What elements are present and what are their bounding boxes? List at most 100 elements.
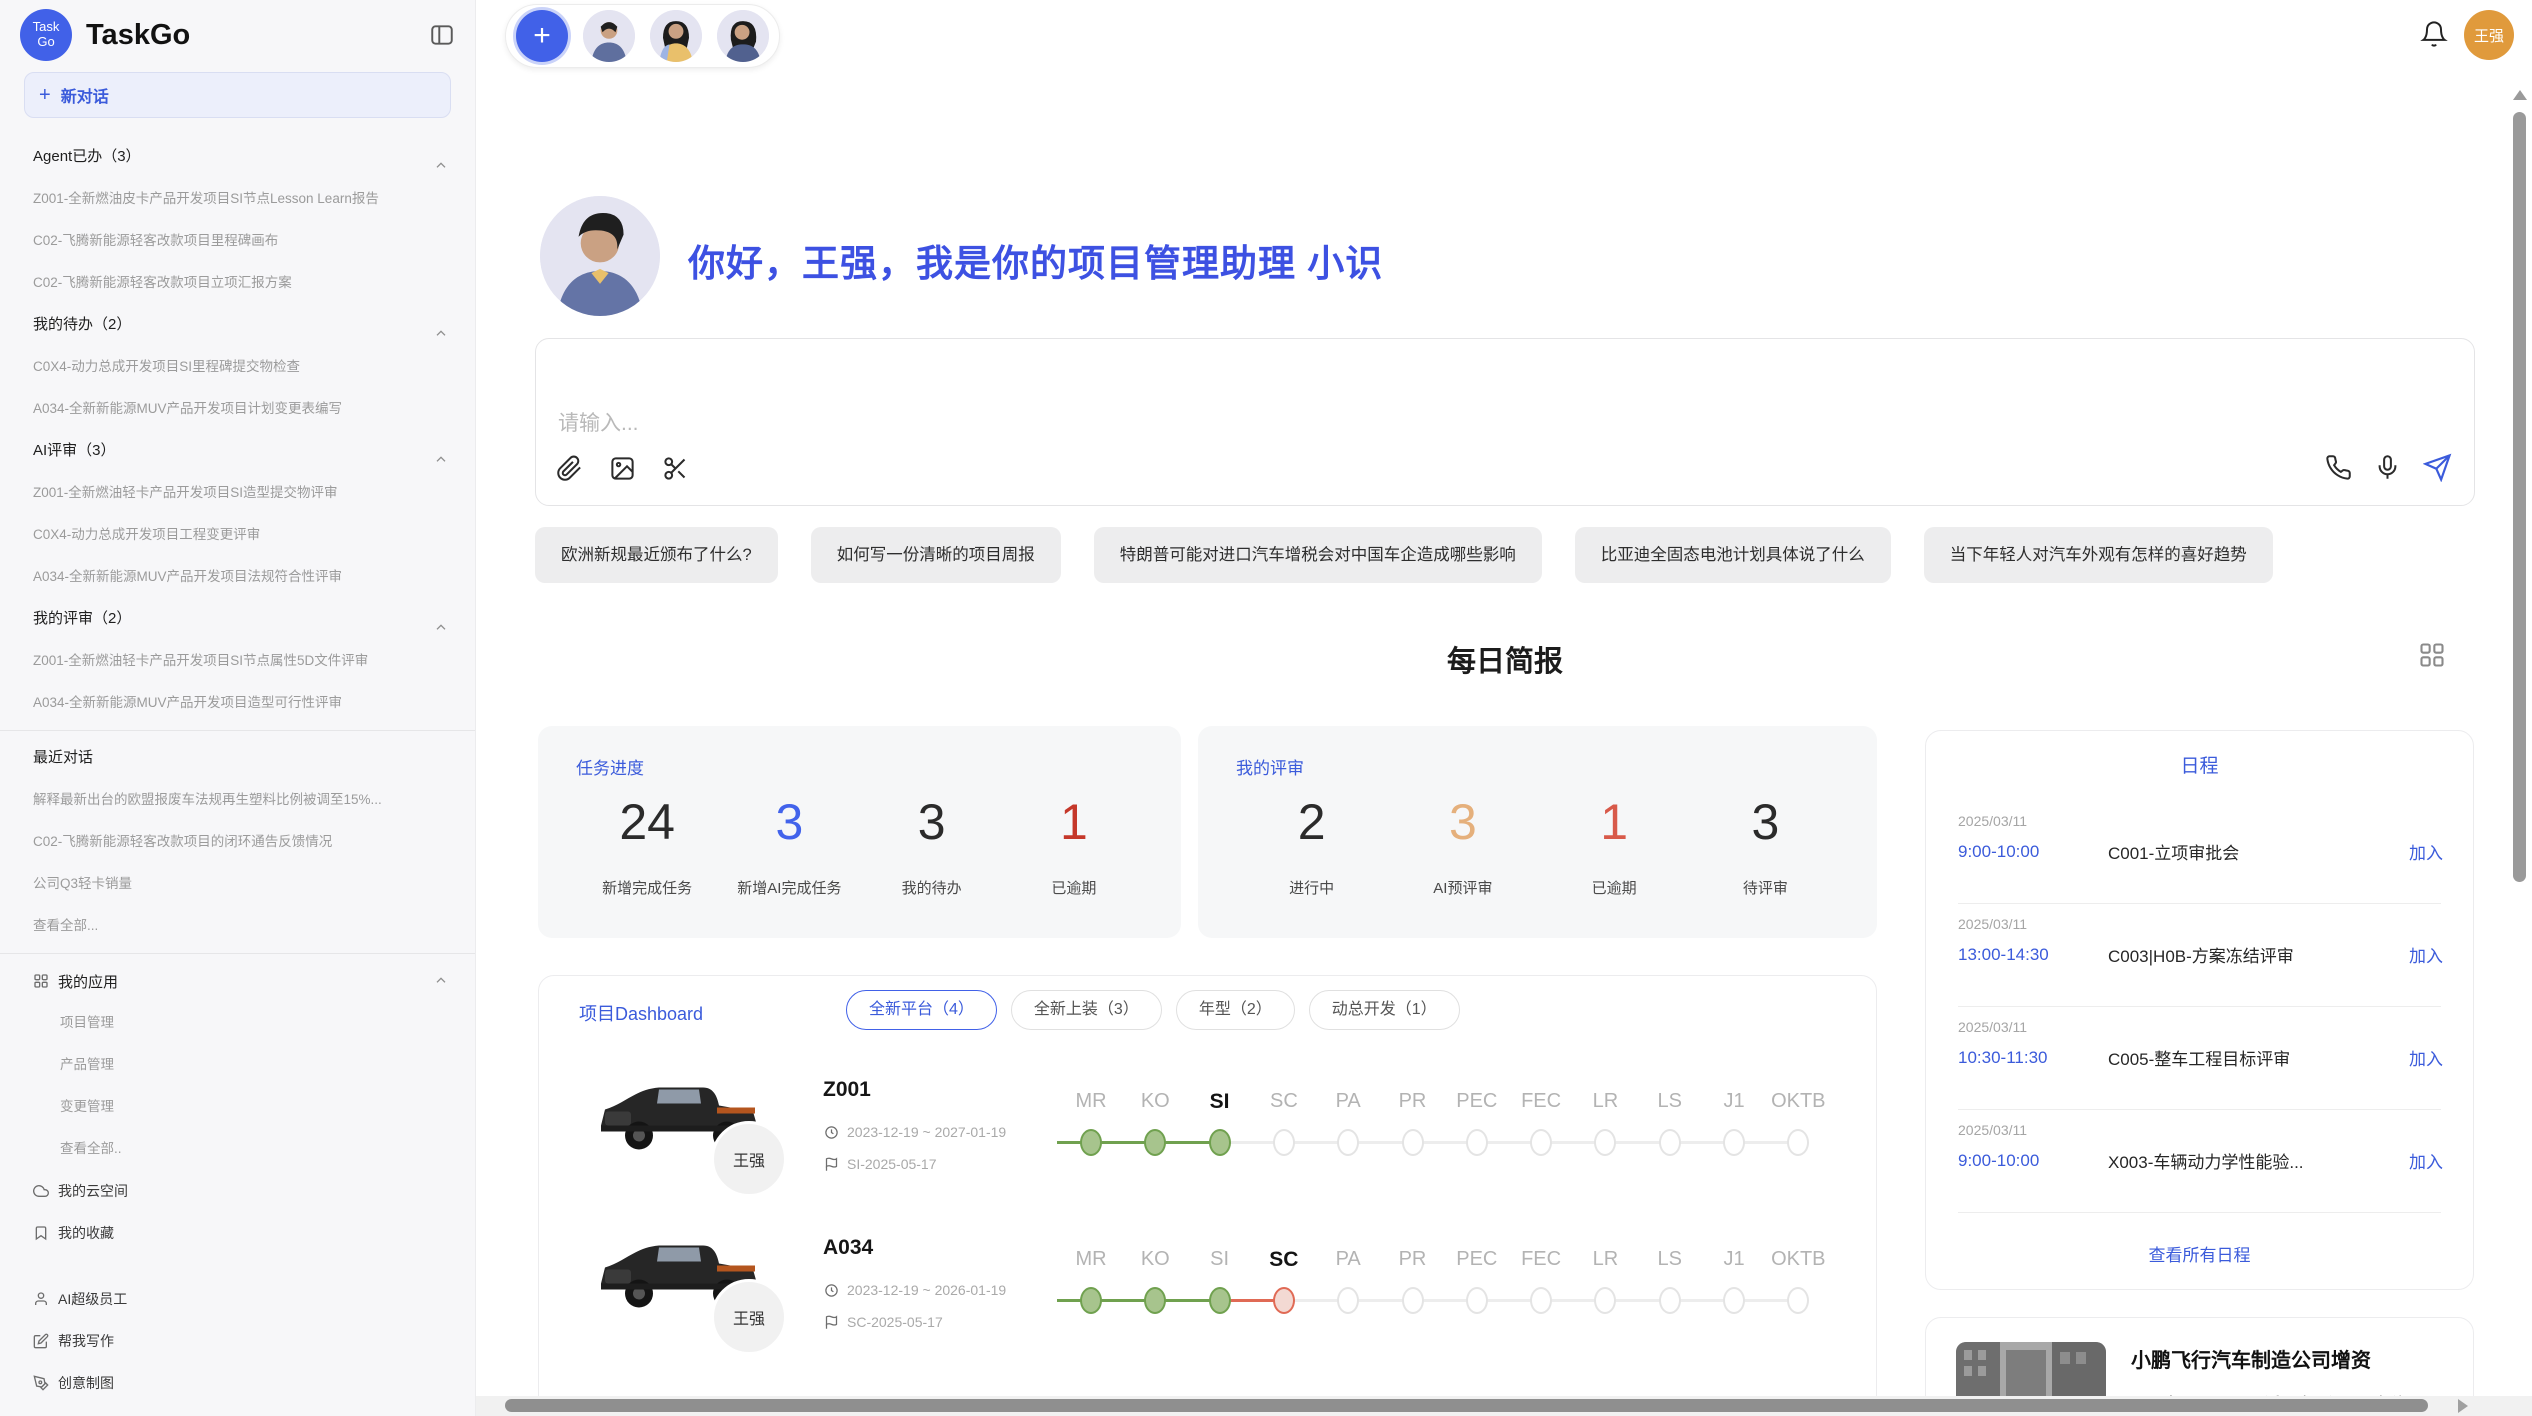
- flag-icon: [824, 1315, 839, 1330]
- section-header-recent[interactable]: 最近对话: [0, 737, 475, 779]
- milestone-dot[interactable]: [1337, 1287, 1359, 1314]
- suggestion-chip[interactable]: 如何写一份清晰的项目周报: [811, 527, 1061, 583]
- milestone-dot[interactable]: [1530, 1129, 1552, 1156]
- milestone-dot[interactable]: [1402, 1287, 1424, 1314]
- milestone-dot[interactable]: [1530, 1287, 1552, 1314]
- sidebar-item[interactable]: C02-飞腾新能源轻客改款项目的闭环通告反馈情况: [0, 821, 475, 863]
- milestone-dot[interactable]: [1466, 1129, 1488, 1156]
- sidebar-item[interactable]: Z001-全新燃油轻卡产品开发项目SI节点属性5D文件评审: [0, 640, 475, 682]
- sidebar-item-app[interactable]: 产品管理: [0, 1044, 475, 1086]
- join-link[interactable]: 加入: [2409, 839, 2443, 864]
- suggestion-chip[interactable]: 特朗普可能对进口汽车增税会对中国车企造成哪些影响: [1094, 527, 1542, 583]
- suggestion-chip[interactable]: 比亚迪全固态电池计划具体说了什么: [1575, 527, 1891, 583]
- sidebar-item[interactable]: Z001-全新燃油轻卡产品开发项目SI造型提交物评审: [0, 472, 475, 514]
- join-link[interactable]: 加入: [2409, 1148, 2443, 1173]
- milestone-dot[interactable]: [1787, 1129, 1809, 1156]
- news-title: 小鹏飞行汽车制造公司增资: [2131, 1344, 2371, 1373]
- milestone-dot[interactable]: [1273, 1287, 1295, 1314]
- agent-avatar[interactable]: [650, 10, 702, 62]
- sidebar-item-creative-draw[interactable]: 创意制图: [0, 1362, 475, 1404]
- suggestion-chip[interactable]: 欧洲新规最近颁布了什么?: [535, 527, 778, 583]
- milestone-dot[interactable]: [1209, 1129, 1231, 1156]
- vertical-scrollbar-thumb[interactable]: [2513, 112, 2526, 882]
- milestone-dot[interactable]: [1723, 1129, 1745, 1156]
- milestone-dot[interactable]: [1337, 1129, 1359, 1156]
- scissors-icon[interactable]: [662, 455, 689, 487]
- notification-bell-icon[interactable]: [2420, 20, 2448, 53]
- sidebar-item-cloud-space[interactable]: 我的云空间: [0, 1170, 475, 1212]
- sidebar-item[interactable]: A034-全新新能源MUV产品开发项目造型可行性评审: [0, 682, 475, 724]
- tab-powertrain[interactable]: 动总开发（1）: [1309, 990, 1460, 1030]
- sidebar-item-app[interactable]: 项目管理: [0, 1002, 475, 1044]
- view-all-schedule-link[interactable]: 查看所有日程: [1926, 1241, 2473, 1266]
- sidebar-item-view-all-apps[interactable]: 查看全部..: [0, 1128, 475, 1170]
- sidebar-item[interactable]: C02-飞腾新能源轻客改款项目里程碑画布: [0, 220, 475, 262]
- suggestion-chip[interactable]: 当下年轻人对汽车外观有怎样的喜好趋势: [1924, 527, 2273, 583]
- sidebar-item-favorites[interactable]: 我的收藏: [0, 1212, 475, 1254]
- agent-avatar[interactable]: [717, 10, 769, 62]
- section-header-agent-done[interactable]: Agent已办（3）: [0, 136, 475, 178]
- user-avatar[interactable]: 王强: [2464, 10, 2514, 60]
- layout-grid-icon[interactable]: [2418, 641, 2446, 674]
- sidebar-item-ai-employee[interactable]: AI超级员工: [0, 1278, 475, 1320]
- tab-new-body[interactable]: 全新上装（3）: [1011, 990, 1162, 1030]
- sidebar-item-app[interactable]: 变更管理: [0, 1086, 475, 1128]
- microphone-icon[interactable]: [2374, 454, 2401, 486]
- scroll-up-arrow-icon[interactable]: [2513, 90, 2527, 100]
- join-link[interactable]: 加入: [2409, 1045, 2443, 1070]
- chat-input-box[interactable]: 请输入...: [535, 338, 2475, 506]
- section-header-my-review[interactable]: 我的评审（2）: [0, 598, 475, 640]
- schedule-card: 日程 2025/03/11 9:00-10:00 C001-立项审批会 加入 2…: [1925, 730, 2474, 1290]
- new-chat-button[interactable]: + 新对话: [24, 72, 451, 118]
- milestone-dot[interactable]: [1144, 1287, 1166, 1314]
- sidebar-item[interactable]: 解释最新出台的欧盟报废车法规再生塑料比例被调至15%...: [0, 779, 475, 821]
- milestone-dot[interactable]: [1402, 1129, 1424, 1156]
- suggestion-chips: 欧洲新规最近颁布了什么? 如何写一份清晰的项目周报 特朗普可能对进口汽车增税会对…: [535, 527, 2475, 583]
- milestone-dot[interactable]: [1723, 1287, 1745, 1314]
- sidebar-item[interactable]: A034-全新新能源MUV产品开发项目法规符合性评审: [0, 556, 475, 598]
- sidebar-item[interactable]: C0X4-动力总成开发项目工程变更评审: [0, 514, 475, 556]
- milestone-dot[interactable]: [1209, 1287, 1231, 1314]
- milestone-dot[interactable]: [1659, 1287, 1681, 1314]
- milestone-dot[interactable]: [1594, 1287, 1616, 1314]
- add-session-button[interactable]: +: [516, 10, 568, 62]
- sidebar-item[interactable]: A034-全新新能源MUV产品开发项目计划变更表编写: [0, 388, 475, 430]
- milestone-dot[interactable]: [1594, 1129, 1616, 1156]
- sidebar-item-view-all[interactable]: 查看全部...: [0, 905, 475, 947]
- sidebar-item-write-helper[interactable]: 帮我写作: [0, 1320, 475, 1362]
- sidebar-item[interactable]: C0X4-动力总成开发项目SI里程碑提交物检查: [0, 346, 475, 388]
- milestone-dot[interactable]: [1273, 1129, 1295, 1156]
- milestone-dot[interactable]: [1659, 1129, 1681, 1156]
- sidebar-item[interactable]: Z001-全新燃油皮卡产品开发项目SI节点Lesson Learn报告: [0, 178, 475, 220]
- composer-left-tools: [556, 455, 689, 487]
- my-review-title: 我的评审: [1236, 754, 1841, 779]
- tab-year-model[interactable]: 年型（2）: [1176, 990, 1295, 1030]
- tab-new-platform[interactable]: 全新平台（4）: [846, 990, 997, 1030]
- section-header-ai-review[interactable]: AI评审（3）: [0, 430, 475, 472]
- milestone-dot[interactable]: [1080, 1129, 1102, 1156]
- chevron-up-icon: [433, 149, 449, 191]
- section-header-my-todo[interactable]: 我的待办（2）: [0, 304, 475, 346]
- image-upload-icon[interactable]: [609, 455, 636, 487]
- agent-avatar[interactable]: [583, 10, 635, 62]
- sidebar-item-my-apps[interactable]: 我的应用: [0, 960, 475, 1002]
- phone-call-icon[interactable]: [2325, 454, 2352, 486]
- event-date: 2025/03/11: [1958, 1122, 2027, 1138]
- milestone-dot[interactable]: [1787, 1287, 1809, 1314]
- scroll-right-arrow-icon[interactable]: [2458, 1399, 2468, 1413]
- join-link[interactable]: 加入: [2409, 942, 2443, 967]
- event-date: 2025/03/11: [1958, 1019, 2027, 1035]
- stat-review-overdue: 1已逾期: [1559, 793, 1669, 898]
- milestone-dot[interactable]: [1466, 1287, 1488, 1314]
- milestone-dot[interactable]: [1080, 1287, 1102, 1314]
- divider: [1958, 903, 2441, 904]
- send-icon[interactable]: [2423, 453, 2452, 487]
- sidebar-item[interactable]: C02-飞腾新能源轻客改款项目立项汇报方案: [0, 262, 475, 304]
- sidebar-collapse-icon[interactable]: [429, 22, 455, 48]
- schedule-event: 10:30-11:30 C005-整车工程目标评审 加入: [1958, 1045, 2443, 1070]
- project-name: A034: [823, 1236, 873, 1260]
- horizontal-scrollbar-thumb[interactable]: [505, 1399, 2428, 1412]
- attachment-icon[interactable]: [556, 455, 583, 487]
- sidebar-item[interactable]: 公司Q3轻卡销量: [0, 863, 475, 905]
- milestone-dot[interactable]: [1144, 1129, 1166, 1156]
